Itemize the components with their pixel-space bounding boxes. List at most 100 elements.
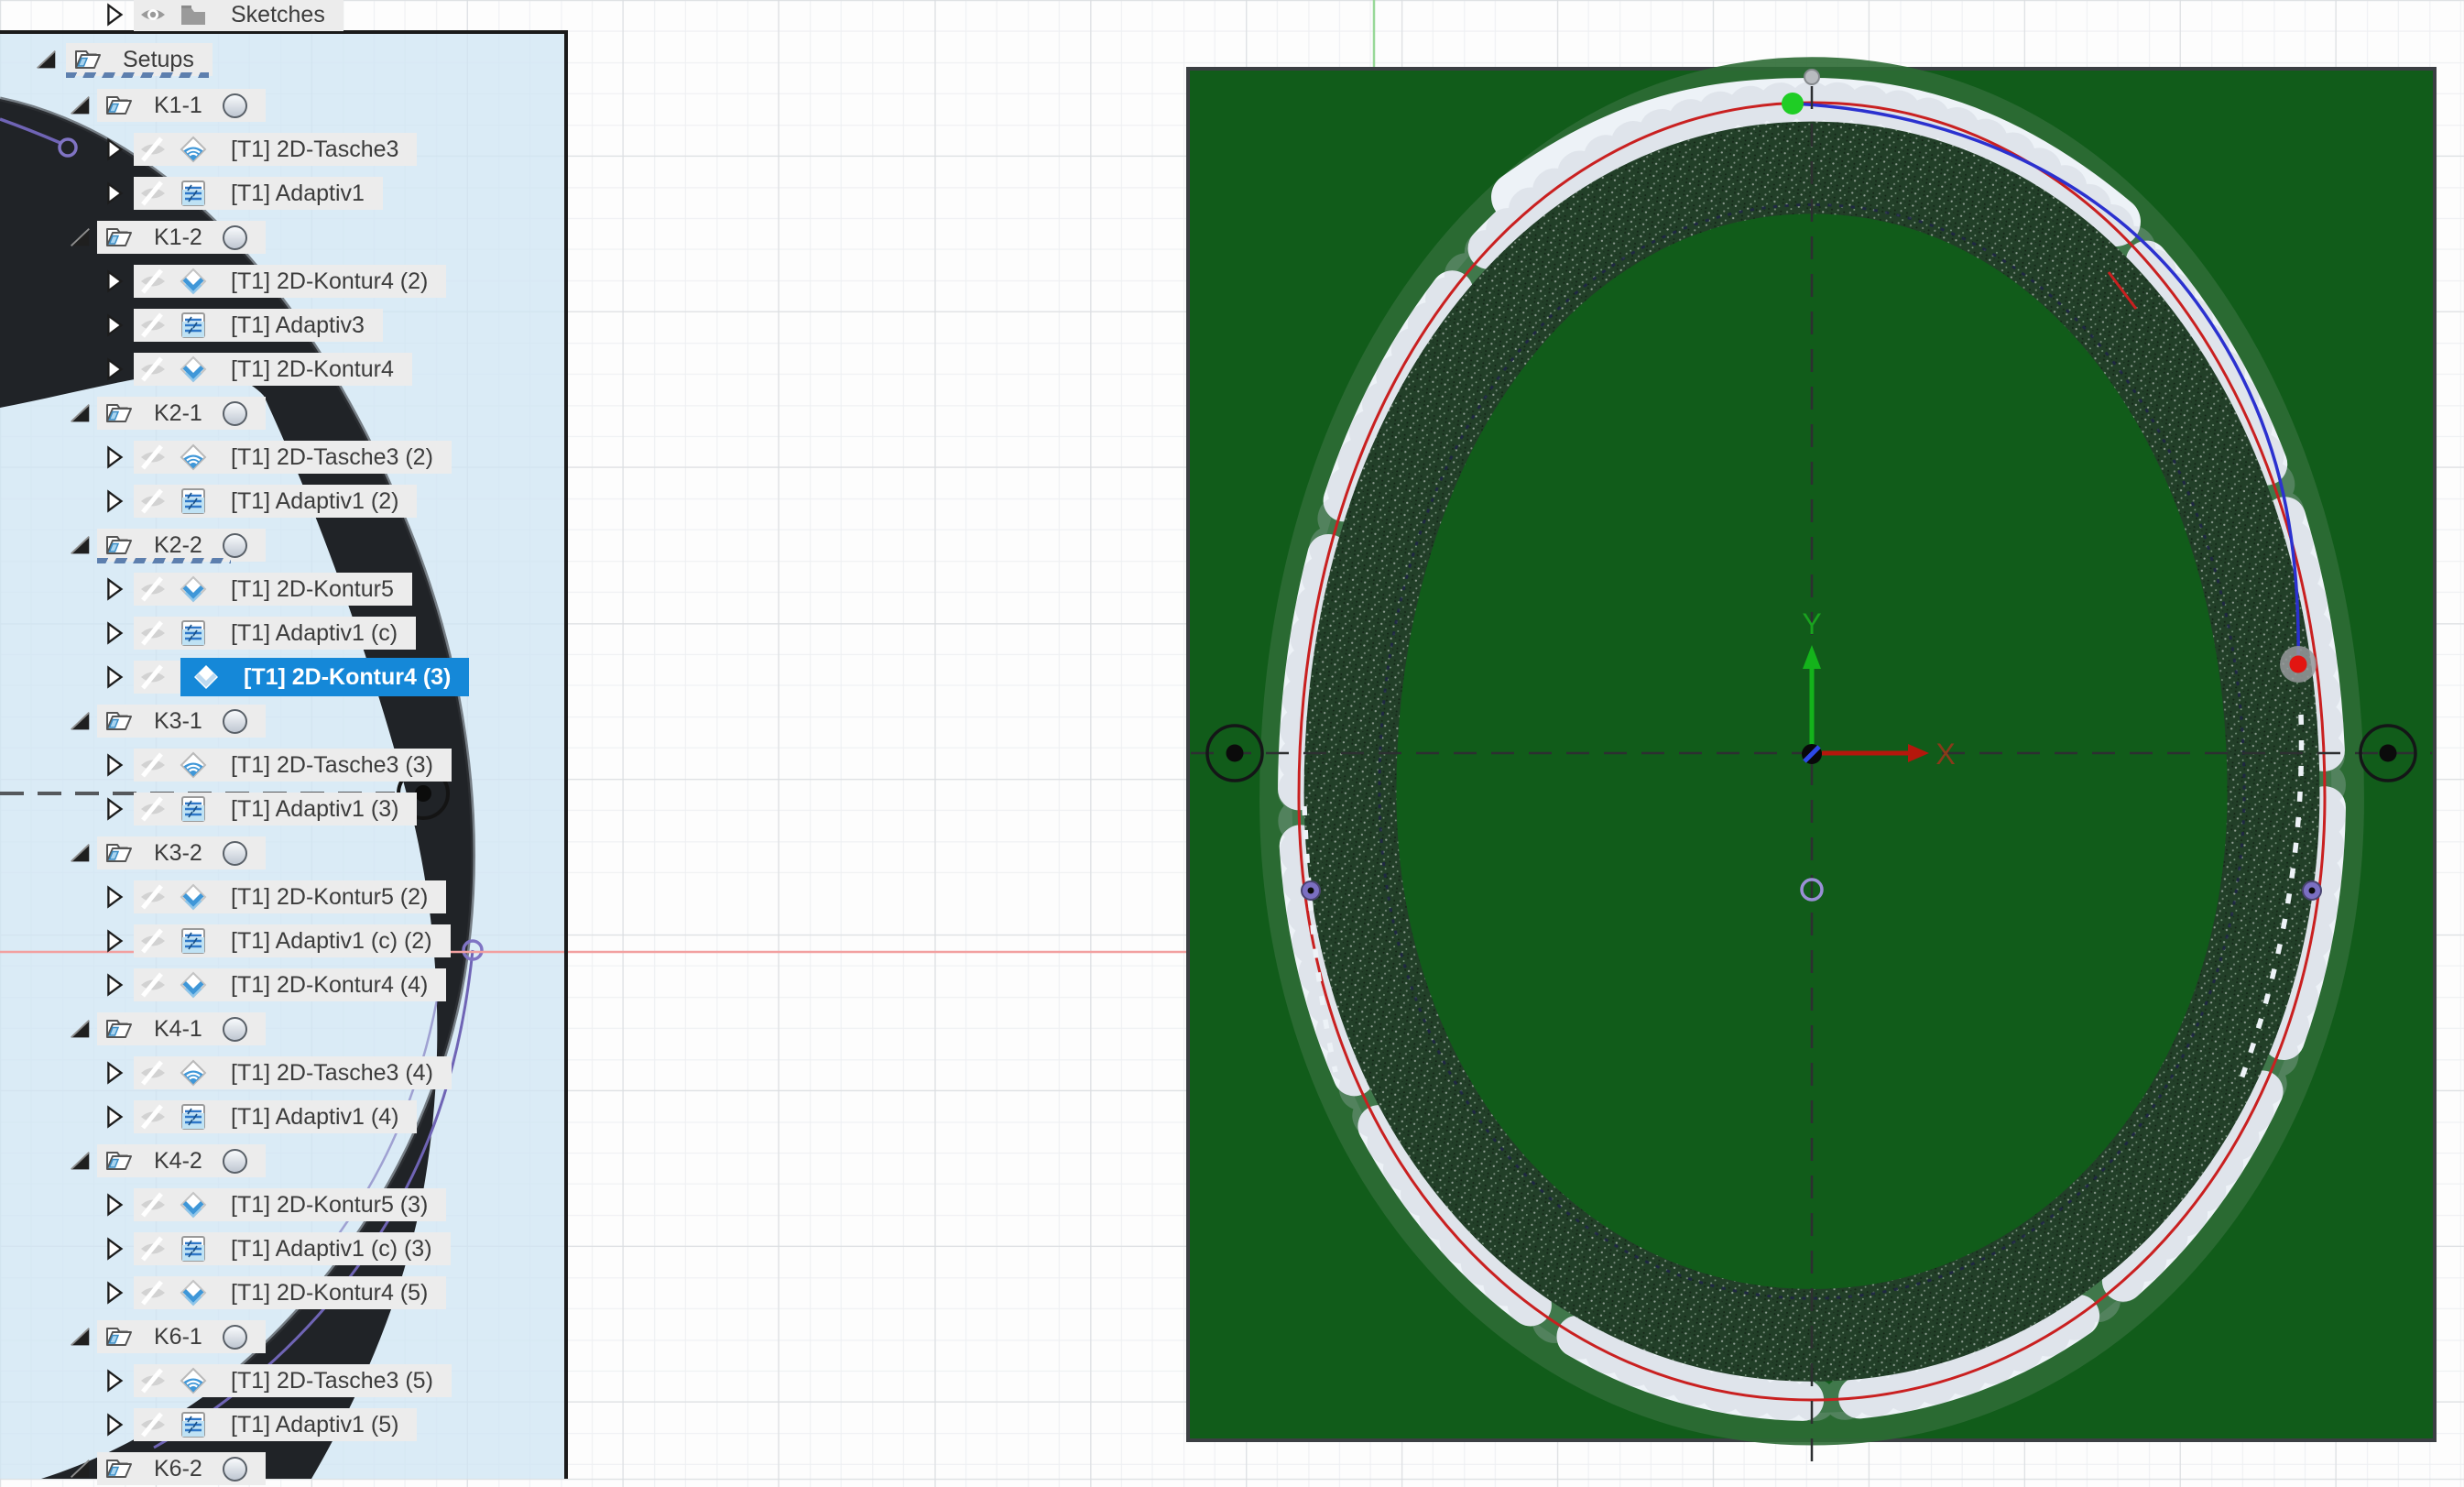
eye-off-icon[interactable]	[139, 1367, 167, 1394]
row-label: K1-2	[154, 224, 202, 251]
row-label: [T1] 2D-Tasche3 (3)	[231, 752, 433, 779]
disclosure-collapsed-icon[interactable]	[101, 928, 126, 954]
adaptive-op-icon	[180, 312, 207, 339]
radio-circle-icon[interactable]	[223, 401, 247, 426]
radio-circle-icon[interactable]	[223, 709, 247, 734]
disclosure-expanded-icon[interactable]	[67, 532, 93, 558]
contour-op-icon	[180, 268, 207, 295]
disclosure-collapsed-icon[interactable]	[101, 1280, 126, 1306]
row-label: [T1] 2D-Kontur5 (3)	[231, 1192, 428, 1219]
disclosure-collapsed-icon[interactable]	[101, 312, 126, 338]
disclosure-collapsed-icon[interactable]	[101, 972, 126, 998]
setup-icon	[104, 92, 132, 119]
disclosure-collapsed-icon[interactable]	[101, 1192, 126, 1218]
disclosure-collapsed-icon[interactable]	[101, 1104, 126, 1130]
eye-off-icon[interactable]	[139, 575, 167, 603]
disclosure-expanded-icon[interactable]	[67, 1456, 93, 1482]
disclosure-collapsed-icon[interactable]	[101, 2, 126, 27]
eye-off-icon[interactable]	[139, 355, 167, 383]
eye-off-icon[interactable]	[139, 619, 167, 647]
disclosure-collapsed-icon[interactable]	[101, 356, 126, 382]
disclosure-expanded-icon[interactable]	[67, 224, 93, 250]
radio-circle-icon[interactable]	[223, 1149, 247, 1174]
disclosure-collapsed-icon[interactable]	[101, 137, 126, 162]
eye-off-icon[interactable]	[139, 1103, 167, 1131]
eye-off-icon[interactable]	[139, 663, 167, 691]
disclosure-collapsed-icon[interactable]	[101, 444, 126, 470]
disclosure-collapsed-icon[interactable]	[101, 664, 126, 690]
disclosure-collapsed-icon[interactable]	[101, 620, 126, 646]
row-label: [T1] 2D-Tasche3 (2)	[231, 444, 433, 471]
adaptive-op-icon	[180, 1103, 207, 1131]
disclosure-expanded-icon[interactable]	[67, 1016, 93, 1042]
eye-icon[interactable]	[139, 1, 167, 28]
adaptive-op-icon	[180, 1235, 207, 1263]
row-label: K2-2	[154, 532, 202, 559]
radio-circle-icon[interactable]	[223, 93, 247, 118]
setup-icon	[104, 399, 132, 427]
adaptive-op-icon	[180, 1411, 207, 1438]
eye-off-icon[interactable]	[139, 180, 167, 207]
radio-circle-icon[interactable]	[223, 225, 247, 250]
eye-off-icon[interactable]	[139, 1059, 167, 1087]
radio-circle-icon[interactable]	[223, 1325, 247, 1350]
row-label: [T1] 2D-Kontur4 (5)	[231, 1280, 428, 1307]
row-label: [T1] Adaptiv1	[231, 180, 365, 207]
eye-off-icon[interactable]	[139, 443, 167, 471]
setup-icon	[104, 224, 132, 251]
adaptive-op-icon	[180, 795, 207, 823]
disclosure-collapsed-icon[interactable]	[101, 180, 126, 206]
disclosure-collapsed-icon[interactable]	[101, 1368, 126, 1394]
disclosure-expanded-icon[interactable]	[67, 400, 93, 426]
radio-circle-icon[interactable]	[223, 1017, 247, 1042]
disclosure-expanded-icon[interactable]	[67, 1148, 93, 1174]
row-label: K4-1	[154, 1016, 202, 1043]
eye-off-icon[interactable]	[139, 1191, 167, 1219]
pocket-op-icon	[180, 136, 207, 163]
disclosure-collapsed-icon[interactable]	[101, 884, 126, 910]
eye-off-icon[interactable]	[139, 136, 167, 163]
setup-icon	[104, 1147, 132, 1175]
radio-circle-icon[interactable]	[223, 533, 247, 558]
eye-off-icon[interactable]	[139, 971, 167, 999]
disclosure-collapsed-icon[interactable]	[101, 576, 126, 602]
radio-circle-icon[interactable]	[223, 1457, 247, 1482]
disclosure-collapsed-icon[interactable]	[101, 796, 126, 822]
disclosure-expanded-icon[interactable]	[67, 840, 93, 866]
row-label: [T1] Adaptiv1 (5)	[231, 1412, 398, 1438]
row-label: K3-2	[154, 840, 202, 867]
eye-off-icon[interactable]	[139, 268, 167, 295]
setup-icon	[104, 531, 132, 559]
disclosure-expanded-icon[interactable]	[67, 93, 93, 118]
disclosure-expanded-icon[interactable]	[67, 1324, 93, 1350]
disclosure-collapsed-icon[interactable]	[101, 752, 126, 778]
disclosure-collapsed-icon[interactable]	[101, 1060, 126, 1086]
eye-off-icon[interactable]	[139, 795, 167, 823]
radio-circle-icon[interactable]	[223, 841, 247, 866]
eye-off-icon[interactable]	[139, 751, 167, 779]
eye-off-icon[interactable]	[139, 312, 167, 339]
contour-op-icon	[180, 575, 207, 603]
eye-off-icon[interactable]	[139, 1279, 167, 1307]
disclosure-collapsed-icon[interactable]	[101, 1412, 126, 1438]
disclosure-collapsed-icon[interactable]	[101, 268, 126, 294]
eye-off-icon[interactable]	[139, 883, 167, 911]
disclosure-expanded-icon[interactable]	[67, 708, 93, 734]
eye-off-icon[interactable]	[139, 927, 167, 955]
pocket-op-icon	[180, 1367, 207, 1394]
eye-off-icon[interactable]	[139, 1411, 167, 1438]
adaptive-op-icon	[180, 487, 207, 515]
disclosure-collapsed-icon[interactable]	[101, 1236, 126, 1262]
row-label: [T1] 2D-Tasche3 (4)	[231, 1060, 433, 1087]
row-label: [T1] 2D-Tasche3 (5)	[231, 1368, 433, 1394]
disclosure-expanded-icon[interactable]	[33, 47, 59, 72]
setup-icon	[104, 1015, 132, 1043]
pocket-op-icon	[180, 751, 207, 779]
row-label: K1-1	[154, 93, 202, 119]
disclosure-collapsed-icon[interactable]	[101, 488, 126, 514]
eye-off-icon[interactable]	[139, 1235, 167, 1263]
cam-browser-tree: Sketches Setups K1-1	[0, 0, 2464, 1479]
adaptive-op-icon	[180, 180, 207, 207]
eye-off-icon[interactable]	[139, 487, 167, 515]
row-label: [T1] Adaptiv3	[231, 312, 365, 339]
